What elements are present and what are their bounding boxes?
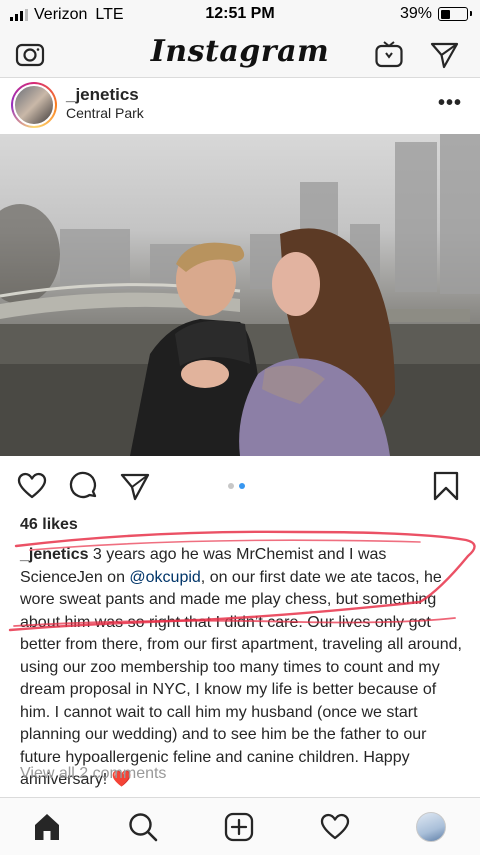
carousel-dot bbox=[228, 483, 234, 489]
like-icon[interactable] bbox=[16, 470, 48, 502]
bottom-navigation bbox=[0, 797, 480, 855]
bookmark-icon[interactable] bbox=[430, 470, 462, 502]
post-username[interactable]: _jenetics bbox=[66, 85, 139, 105]
carousel-dot-active bbox=[239, 483, 245, 489]
photo-illustration bbox=[0, 134, 480, 456]
post-photo[interactable] bbox=[0, 134, 480, 456]
post-location[interactable]: Central Park bbox=[66, 105, 144, 121]
search-icon[interactable] bbox=[125, 809, 161, 845]
likes-count[interactable]: 46 likes bbox=[20, 516, 78, 534]
post-actions bbox=[0, 462, 480, 508]
battery-icon bbox=[438, 7, 472, 21]
caption-mention[interactable]: @okcupid bbox=[129, 569, 200, 586]
avatar-image bbox=[13, 84, 55, 126]
post-header: _jenetics Central Park ••• bbox=[0, 78, 480, 134]
post-caption: _jenetics 3 years ago he was MrChemist a… bbox=[20, 544, 466, 792]
view-all-comments-link[interactable]: View all 2 comments bbox=[20, 765, 166, 783]
avatar[interactable] bbox=[11, 82, 57, 128]
caption-username[interactable]: _jenetics bbox=[20, 546, 88, 563]
profile-icon[interactable] bbox=[413, 809, 449, 845]
carousel-indicator bbox=[228, 483, 245, 489]
more-options-button[interactable]: ••• bbox=[438, 92, 462, 115]
home-icon[interactable] bbox=[29, 809, 65, 845]
instagram-logo: Instagram bbox=[150, 34, 330, 69]
status-bar: Verizon LTE 12:51 PM 39% bbox=[0, 0, 480, 30]
igtv-icon[interactable] bbox=[373, 38, 405, 70]
share-icon[interactable] bbox=[119, 470, 151, 502]
comment-icon[interactable] bbox=[68, 470, 100, 502]
activity-icon[interactable] bbox=[317, 809, 353, 845]
battery-fill bbox=[440, 9, 451, 19]
direct-message-icon[interactable] bbox=[428, 38, 460, 70]
status-right: 39% bbox=[399, 5, 472, 23]
caption-text-end: , on our first date we ate tacos, he wor… bbox=[20, 568, 462, 789]
profile-avatar bbox=[416, 812, 446, 842]
battery-percent: 39% bbox=[399, 5, 432, 22]
app-header: Instagram bbox=[0, 30, 480, 78]
battery-tip bbox=[469, 11, 472, 16]
new-post-icon[interactable] bbox=[221, 809, 257, 845]
